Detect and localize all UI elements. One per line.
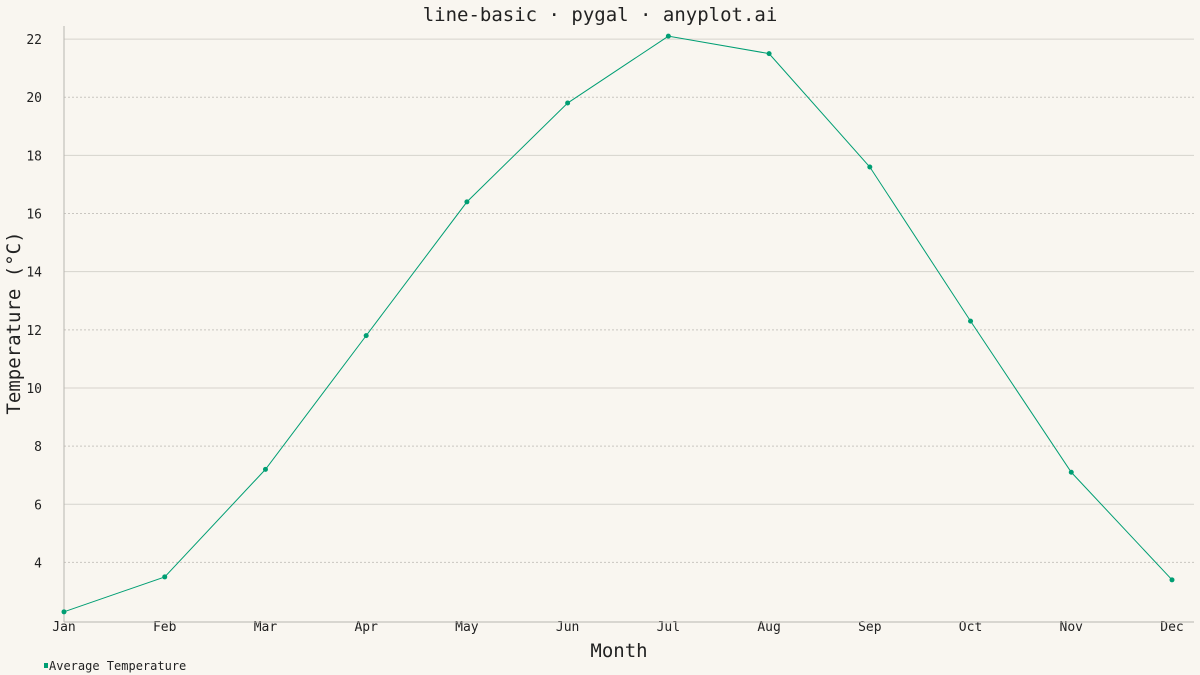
line-chart: line-basic · pygal · anyplot.ai 4 6 8 10 12 1…: [3, 4, 1194, 673]
legend-label: Average Temperature: [49, 659, 186, 673]
data-point[interactable]: [162, 574, 168, 580]
y-tick-label: 20: [26, 91, 42, 106]
data-point[interactable]: [565, 100, 571, 106]
y-tick-label: 16: [26, 208, 42, 223]
y-tick-label: 12: [26, 324, 42, 339]
data-point[interactable]: [968, 318, 974, 324]
data-point[interactable]: [1068, 469, 1074, 475]
legend[interactable]: Average Temperature: [44, 659, 186, 673]
data-point[interactable]: [665, 33, 671, 39]
data-point[interactable]: [464, 199, 470, 205]
y-tick-label: 8: [34, 440, 42, 455]
y-gridlines: [64, 38, 1194, 563]
y-tick-label: 22: [26, 33, 42, 48]
data-point[interactable]: [766, 51, 772, 57]
data-point[interactable]: [867, 164, 873, 170]
y-tick-labels: 4 6 8 10 12 14 16 18 20 22: [26, 33, 42, 571]
y-tick-label: 6: [34, 498, 42, 513]
data-point[interactable]: [363, 333, 369, 339]
data-point[interactable]: [262, 466, 268, 472]
y-axis-label: Temperature (°C): [3, 231, 25, 414]
y-tick-label: 14: [26, 266, 42, 281]
series-average-temperature: [61, 33, 1175, 615]
legend-swatch: [44, 663, 48, 668]
y-tick-label: 4: [34, 556, 42, 571]
chart-title: line-basic · pygal · anyplot.ai: [423, 4, 778, 26]
data-point[interactable]: [1169, 577, 1175, 583]
y-tick-label: 10: [26, 382, 42, 397]
data-point[interactable]: [61, 609, 67, 615]
y-tick-label: 18: [26, 149, 42, 164]
series-line: [63, 35, 1173, 613]
x-axis-label: Month: [590, 640, 647, 662]
